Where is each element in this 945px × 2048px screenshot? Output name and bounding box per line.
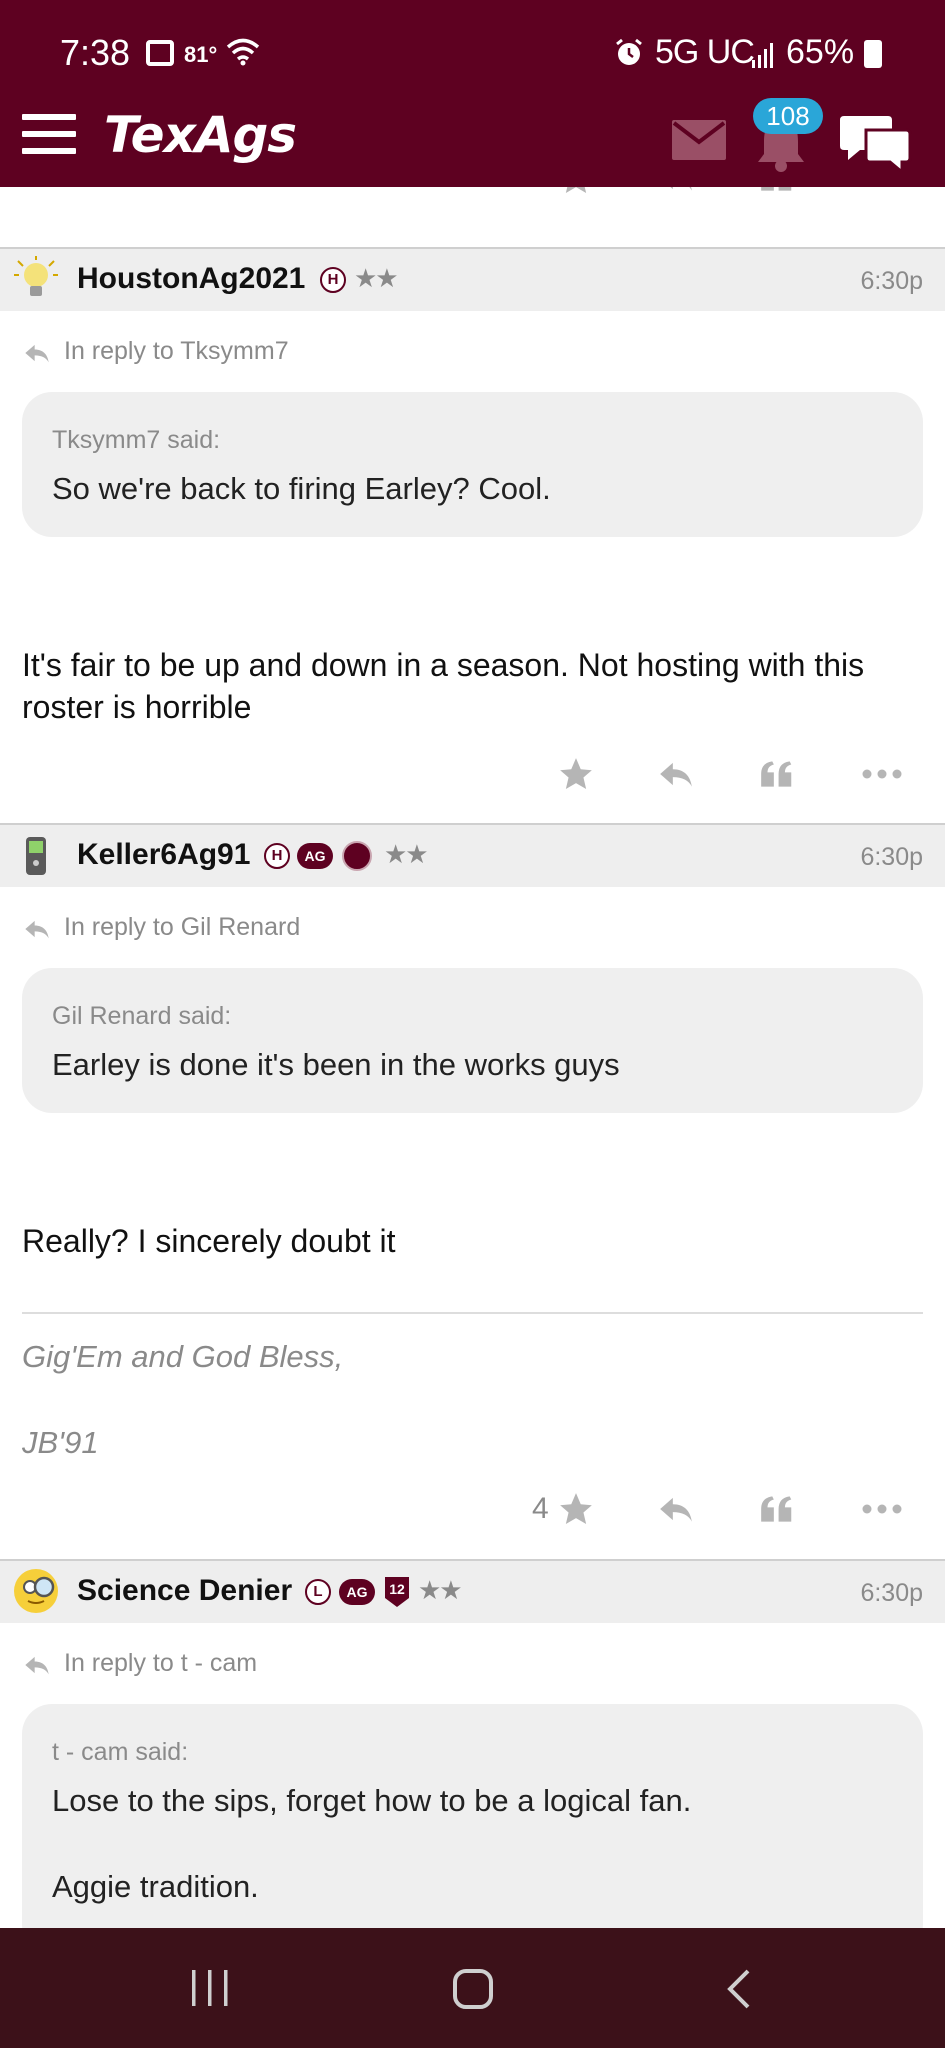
user-stars: ★★ — [384, 839, 429, 869]
home-icon[interactable] — [452, 1968, 494, 2010]
more-options-icon[interactable] — [860, 187, 904, 197]
notification-count-badge[interactable]: 108 — [753, 98, 823, 134]
reply-to-text: In reply to Gil Renard — [64, 913, 301, 941]
user-avatar[interactable] — [12, 1567, 60, 1615]
star-icon[interactable] — [556, 755, 596, 793]
user-stars: ★★ — [418, 1575, 463, 1605]
post-header: Science Denier L AG 12 ★★ 6:30p — [0, 1559, 945, 1623]
alarm-icon — [616, 38, 642, 65]
chat-icon[interactable] — [840, 112, 912, 172]
reply-icon[interactable] — [656, 187, 696, 197]
reply-to-text: In reply to Tksymm7 — [64, 337, 289, 365]
signature-line: JB'91 — [22, 1425, 99, 1460]
status-temperature: 81° — [184, 42, 218, 67]
post-actions: 4 — [0, 1490, 945, 1530]
badge-h: H — [320, 267, 346, 293]
post-header: Keller6Ag91 H AG ★★ 6:30p — [0, 823, 945, 887]
nav-bar: TexAgs 108 — [0, 98, 945, 187]
gallery-icon — [146, 40, 174, 66]
post-body: Really? I sincerely doubt it — [22, 1223, 396, 1259]
quote-text: So we're back to firing Earley? Cool. — [52, 471, 551, 506]
reply-arrow-icon — [25, 1656, 49, 1675]
quote-block: t - cam said: Lose to the sips, forget h… — [22, 1704, 923, 1928]
recent-apps-icon[interactable] — [188, 1968, 232, 2008]
post-body: It's fair to be up and down in a season.… — [22, 647, 865, 725]
post-time[interactable]: 6:30p — [860, 843, 923, 872]
status-bar: 7:38 81° 5G UC 65% — [0, 0, 945, 108]
quote-author: t - cam said: — [52, 1738, 189, 1766]
user-avatar[interactable] — [12, 831, 60, 879]
mail-icon[interactable] — [672, 120, 726, 160]
post-actions — [0, 755, 945, 795]
quote-icon[interactable] — [758, 187, 796, 197]
texags-logo[interactable]: TexAgs — [104, 106, 297, 164]
quote-icon[interactable] — [758, 1490, 796, 1528]
star-icon[interactable] — [556, 1490, 596, 1528]
battery-icon — [864, 40, 882, 68]
reply-arrow-icon — [25, 920, 49, 939]
hamburger-menu-icon[interactable] — [22, 114, 76, 158]
wifi-icon — [226, 38, 260, 66]
post-time[interactable]: 6:30p — [860, 1579, 923, 1608]
post-username[interactable]: Science Denier — [77, 1574, 292, 1608]
post-username[interactable]: HoustonAg2021 — [77, 262, 305, 296]
star-count[interactable]: 4 — [532, 1492, 549, 1526]
quote-text: Aggie tradition. — [52, 1869, 259, 1904]
badge-12th-man: 12 — [385, 1577, 409, 1607]
badge-h: H — [264, 843, 290, 869]
more-options-icon[interactable] — [860, 1490, 904, 1528]
network-indicator: 5G UC — [655, 33, 755, 71]
reply-to-text: In reply to t - cam — [64, 1649, 258, 1677]
post-actions — [0, 187, 945, 199]
app-header: 7:38 81° 5G UC 65% TexAgs 108 — [0, 0, 945, 187]
quote-author: Gil Renard said: — [52, 1002, 232, 1030]
quote-block: Gil Renard said: Earley is done it's bee… — [22, 968, 923, 1113]
signature-line: Gig'Em and God Bless, — [22, 1339, 344, 1374]
reply-icon[interactable] — [656, 755, 696, 793]
aggie-logo-badge — [342, 841, 372, 871]
post-username[interactable]: Keller6Ag91 — [77, 838, 250, 872]
status-time: 7:38 — [60, 32, 131, 73]
post-header: HoustonAg2021 H ★★ 6:30p — [0, 247, 945, 311]
quote-block: Tksymm7 said: So we're back to firing Ea… — [22, 392, 923, 537]
thread-feed: HoustonAg2021 H ★★ 6:30p In reply to Tks… — [0, 187, 945, 1928]
more-options-icon[interactable] — [860, 755, 904, 793]
signal-icon — [752, 43, 773, 68]
user-stars: ★★ — [354, 263, 399, 293]
badge-l: L — [305, 1579, 331, 1605]
reply-arrow-icon — [25, 344, 49, 363]
system-navigation-bar — [0, 1928, 945, 2048]
star-icon[interactable] — [556, 187, 596, 197]
signature-divider — [22, 1312, 923, 1314]
user-avatar[interactable] — [12, 255, 60, 303]
back-icon[interactable] — [724, 1968, 754, 2010]
battery-percent: 65% — [786, 33, 855, 71]
badge-ag: AG — [339, 1579, 375, 1605]
quote-author: Tksymm7 said: — [52, 426, 221, 454]
reply-icon[interactable] — [656, 1490, 696, 1528]
quote-text: Lose to the sips, forget how to be a log… — [52, 1783, 692, 1818]
quote-text: Earley is done it's been in the works gu… — [52, 1047, 620, 1082]
quote-icon[interactable] — [758, 755, 796, 793]
badge-ag: AG — [297, 843, 333, 869]
post-time[interactable]: 6:30p — [860, 267, 923, 296]
